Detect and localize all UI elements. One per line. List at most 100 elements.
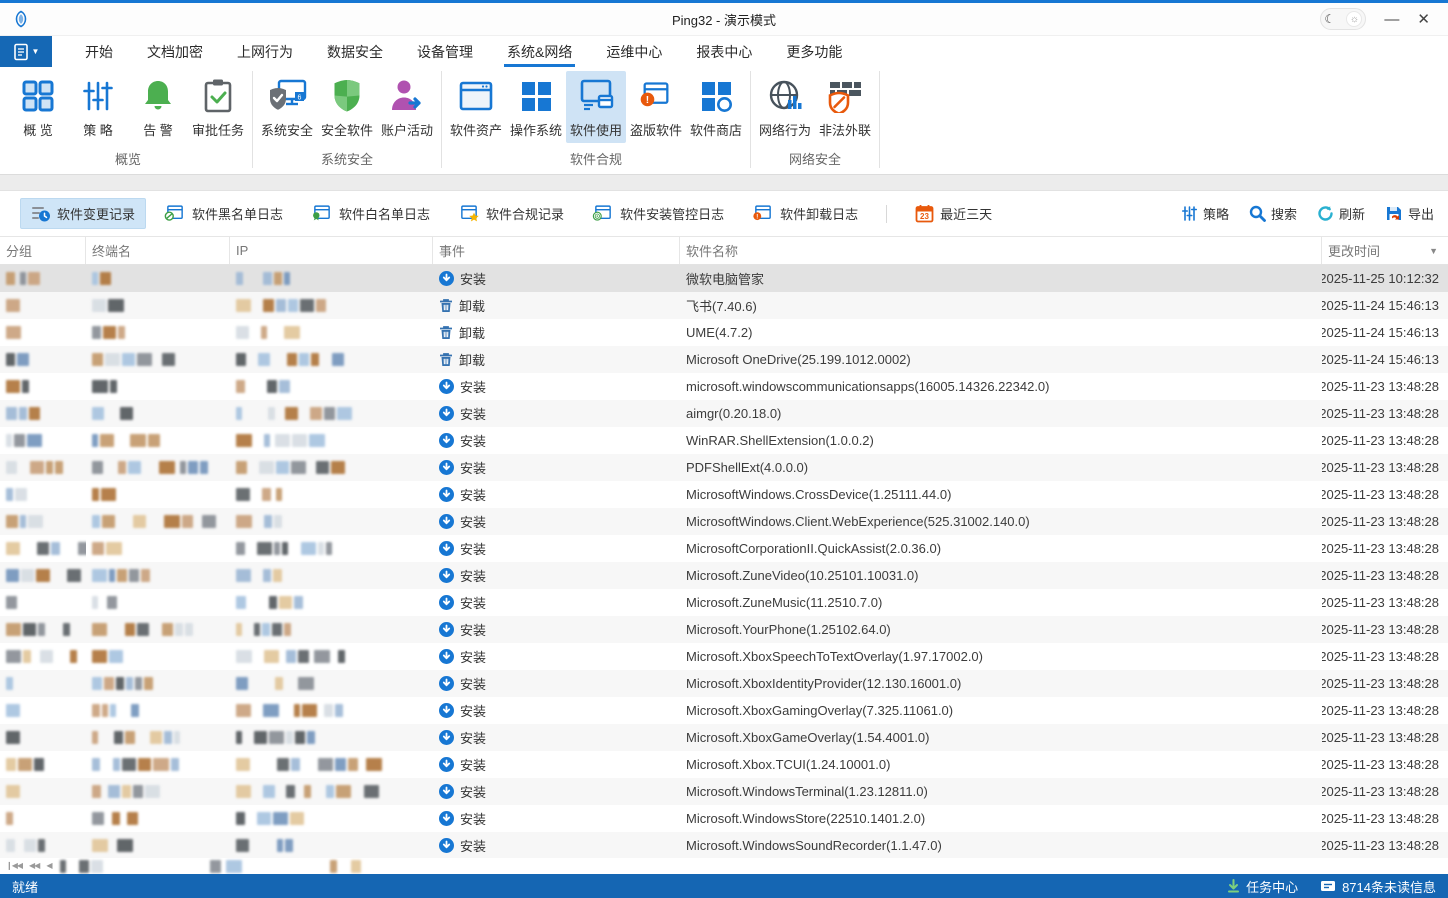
- cell-ip: [230, 562, 433, 589]
- table-row[interactable]: 卸载Microsoft OneDrive(25.199.1012.0002)20…: [0, 346, 1448, 373]
- ribbon-item-network-behavior[interactable]: 网络行为: [755, 71, 815, 143]
- menu-tab-data-security[interactable]: 数据安全: [310, 36, 400, 67]
- log-tab-install-control-log[interactable]: 软件安装管控日志: [582, 199, 734, 229]
- cell-software-name: aimgr(0.20.18.0): [680, 400, 1322, 427]
- toolbar-divider: [886, 205, 887, 223]
- event-label: 卸载: [459, 323, 485, 342]
- column-header-label: 软件名称: [686, 241, 738, 260]
- log-tab-software-change-log[interactable]: 软件变更记录: [20, 198, 146, 229]
- ribbon-item-system-security[interactable]: 6系统安全: [257, 71, 317, 143]
- table-row[interactable]: 安装微软电脑管家2025-11-25 10:12:32: [0, 265, 1448, 292]
- status-text: 就绪: [12, 877, 38, 896]
- menu-tab-ops-center[interactable]: 运维中心: [589, 36, 679, 67]
- cell-software-name: UME(4.7.2): [680, 319, 1322, 346]
- ribbon-item-overview[interactable]: 概 览: [8, 71, 68, 143]
- cell-group: [0, 616, 86, 643]
- menubar: ▼ 开始文档加密上网行为数据安全设备管理系统&网络运维中心报表中心更多功能: [0, 36, 1448, 67]
- log-tab-compliance-log[interactable]: 软件合规记录: [448, 199, 574, 229]
- ribbon-item-label: 软件使用: [570, 120, 622, 143]
- window-badge-icon: [311, 204, 333, 224]
- event-label: 安装: [460, 755, 486, 774]
- column-header-host[interactable]: 终端名: [86, 237, 230, 264]
- ribbon-item-operating-system[interactable]: 操作系统: [506, 71, 566, 143]
- policy-button[interactable]: 策略: [1181, 204, 1229, 223]
- theme-toggle[interactable]: ☾ ☼: [1320, 8, 1366, 30]
- column-header-event[interactable]: 事件: [433, 237, 680, 264]
- table-row[interactable]: 卸载UME(4.7.2)2025-11-24 15:46:13: [0, 319, 1448, 346]
- menu-tab-more-features[interactable]: 更多功能: [769, 36, 859, 67]
- table-row[interactable]: 安装Microsoft.Xbox.TCUI(1.24.10001.0)2025-…: [0, 751, 1448, 778]
- close-button[interactable]: ✕: [1417, 12, 1430, 27]
- table-row[interactable]: 安装Microsoft.WindowsSoundRecorder(1.1.47.…: [0, 832, 1448, 858]
- ribbon-item-software-store[interactable]: 软件商店: [686, 71, 746, 143]
- redacted-content: [236, 353, 358, 366]
- column-header-time[interactable]: 更改时间▼: [1322, 237, 1448, 264]
- ribbon-item-account-activity[interactable]: 账户活动: [377, 71, 437, 143]
- table-row[interactable]: 安装Microsoft.XboxIdentityProvider(12.130.…: [0, 670, 1448, 697]
- menu-tab-device-mgmt[interactable]: 设备管理: [400, 36, 490, 67]
- table-row[interactable]: 安装Microsoft.XboxGameOverlay(1.54.4001.0)…: [0, 724, 1448, 751]
- cell-change-time: 2025-11-23 13:48:28: [1322, 427, 1448, 454]
- cell-event: 安装: [433, 400, 680, 427]
- event-label: 安装: [460, 458, 486, 477]
- log-tab-uninstall-log[interactable]: !软件卸载日志: [742, 199, 868, 229]
- event-label: 安装: [460, 431, 486, 450]
- table-row[interactable]: 安装PDFShellExt(4.0.0.0)2025-11-23 13:48:2…: [0, 454, 1448, 481]
- table-row[interactable]: 安装Microsoft.XboxGamingOverlay(7.325.1106…: [0, 697, 1448, 724]
- ribbon-item-security-software[interactable]: 安全软件: [317, 71, 377, 143]
- cell-host: [86, 265, 230, 292]
- cell-group: [0, 751, 86, 778]
- ribbon-item-alerts[interactable]: 告 警: [128, 71, 188, 143]
- table-row[interactable]: 安装Microsoft.ZuneMusic(11.2510.7.0)2025-1…: [0, 589, 1448, 616]
- table-row[interactable]: 卸载飞书(7.40.6)2025-11-24 15:46:13: [0, 292, 1448, 319]
- redacted-content: [236, 731, 315, 744]
- table-row[interactable]: 安装MicrosoftCorporationII.QuickAssist(2.0…: [0, 535, 1448, 562]
- log-tab-blacklist-log[interactable]: 软件黑名单日志: [154, 199, 293, 229]
- menu-tab-doc-encrypt[interactable]: 文档加密: [130, 36, 220, 67]
- table-row[interactable]: 安装microsoft.windowscommunicationsapps(16…: [0, 373, 1448, 400]
- unread-messages-button[interactable]: 8714条未读信息: [1320, 877, 1436, 896]
- column-header-ip[interactable]: IP: [230, 237, 433, 264]
- column-header-group[interactable]: 分组: [0, 237, 86, 264]
- ribbon-item-approval-tasks[interactable]: 审批任务: [188, 71, 248, 143]
- ribbon-item-software-usage[interactable]: 软件使用: [566, 71, 626, 143]
- ribbon-item-pirated-software[interactable]: !盗版软件: [626, 71, 686, 143]
- menu-tab-system-network[interactable]: 系统&网络: [490, 36, 589, 67]
- menu-tab-start[interactable]: 开始: [68, 36, 130, 67]
- menu-tab-report-center[interactable]: 报表中心: [679, 36, 769, 67]
- date-range-filter[interactable]: 23最近三天: [905, 199, 1002, 228]
- table-row[interactable]: 安装MicrosoftWindows.CrossDevice(1.25111.4…: [0, 481, 1448, 508]
- refresh-button[interactable]: 刷新: [1317, 204, 1365, 223]
- app-menu-button[interactable]: ▼: [0, 36, 52, 67]
- table-row[interactable]: 安装Microsoft.ZuneVideo(10.25101.10031.0)2…: [0, 562, 1448, 589]
- sort-caret-icon[interactable]: ▼: [1429, 246, 1438, 256]
- install-icon: [439, 460, 454, 475]
- table-row[interactable]: 安装Microsoft.XboxSpeechToTextOverlay(1.97…: [0, 643, 1448, 670]
- export-button[interactable]: 导出: [1385, 204, 1434, 223]
- event-label: 安装: [460, 593, 486, 612]
- export-button-label: 导出: [1408, 204, 1434, 223]
- table-row[interactable]: 安装aimgr(0.20.18.0)2025-11-23 13:48:28: [0, 400, 1448, 427]
- table-row[interactable]: 安装WinRAR.ShellExtension(1.0.0.2)2025-11-…: [0, 427, 1448, 454]
- ribbon-item-illegal-connection[interactable]: 非法外联: [815, 71, 875, 143]
- cell-group: [0, 481, 86, 508]
- table-row[interactable]: 安装Microsoft.WindowsStore(22510.1401.2.0)…: [0, 805, 1448, 832]
- minimize-button[interactable]: —: [1384, 12, 1399, 27]
- ribbon-item-software-asset[interactable]: 软件资产: [446, 71, 506, 143]
- redacted-content: [92, 677, 153, 690]
- pager-arrows[interactable]: ❙◀◀◀◀◀: [0, 858, 51, 870]
- cell-software-name: MicrosoftWindows.Client.WebExperience(52…: [680, 508, 1322, 535]
- menu-tab-web-behavior[interactable]: 上网行为: [220, 36, 310, 67]
- ribbon-item-policy[interactable]: 策 略: [68, 71, 128, 143]
- search-button[interactable]: 搜索: [1249, 204, 1297, 223]
- table-row[interactable]: 安装MicrosoftWindows.Client.WebExperience(…: [0, 508, 1448, 535]
- redacted-content: [92, 407, 133, 420]
- table-row[interactable]: 安装Microsoft.YourPhone(1.25102.64.0)2025-…: [0, 616, 1448, 643]
- redacted-content: [236, 758, 382, 771]
- ribbon-item-label: 策 略: [83, 120, 113, 143]
- cell-event: 卸载: [433, 319, 680, 346]
- task-center-button[interactable]: 任务中心: [1227, 877, 1298, 896]
- log-tab-whitelist-log[interactable]: 软件白名单日志: [301, 199, 440, 229]
- table-row[interactable]: 安装Microsoft.WindowsTerminal(1.23.12811.0…: [0, 778, 1448, 805]
- column-header-software[interactable]: 软件名称: [680, 237, 1322, 264]
